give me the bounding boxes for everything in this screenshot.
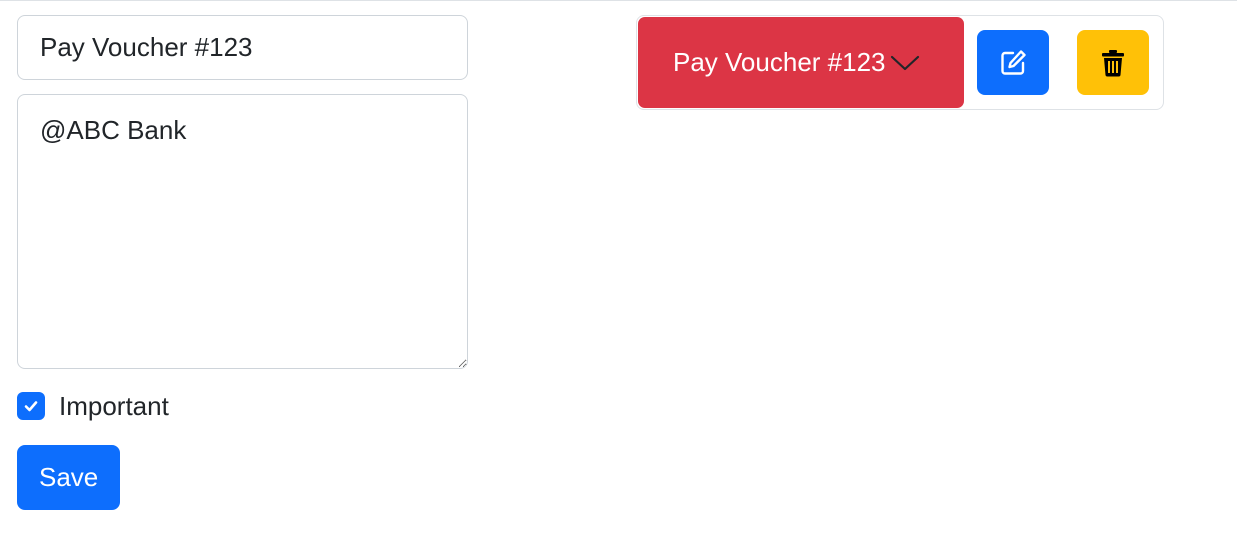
delete-button[interactable] [1077, 30, 1149, 95]
body-textarea[interactable]: @ABC Bank [17, 94, 468, 369]
title-input[interactable] [17, 15, 468, 80]
trash-icon [1102, 49, 1124, 77]
edit-button[interactable] [977, 30, 1049, 95]
important-label: Important [59, 390, 169, 421]
important-checkbox[interactable] [17, 392, 45, 420]
top-divider [0, 0, 1237, 1]
checkmark-icon [24, 401, 38, 412]
note-form: @ABC Bank Important Save [17, 15, 468, 510]
edit-icon [1001, 49, 1026, 75]
save-button[interactable]: Save [17, 445, 121, 510]
note-title: Pay Voucher #123 [673, 47, 886, 77]
important-checkbox-row: Important [17, 391, 468, 421]
note-card: Pay Voucher #123 [636, 15, 1164, 110]
chevron-down-icon [890, 54, 920, 72]
note-toggle-button[interactable]: Pay Voucher #123 [638, 17, 964, 108]
